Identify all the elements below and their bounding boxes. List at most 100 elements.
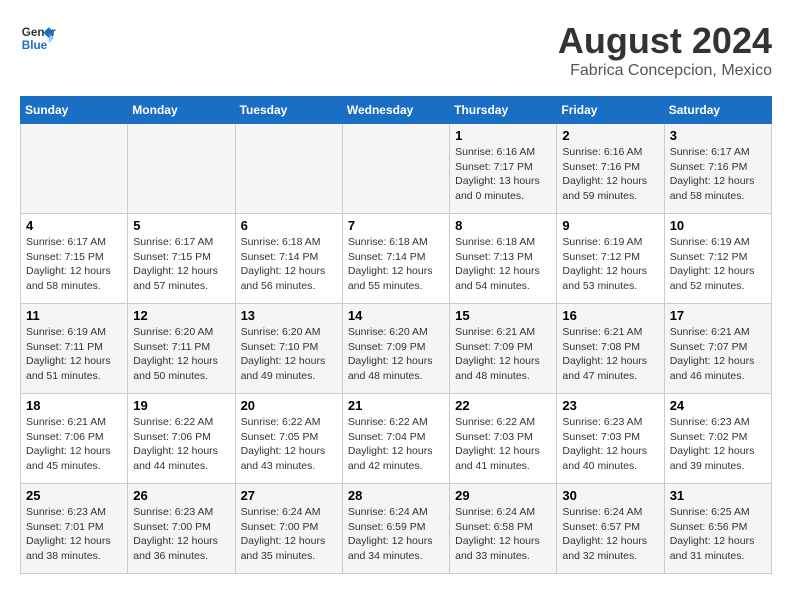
day-number: 17 — [670, 308, 766, 323]
week-row-3: 11 Sunrise: 6:19 AMSunset: 7:11 PMDayligh… — [21, 304, 772, 394]
day-number: 13 — [241, 308, 337, 323]
day-number: 9 — [562, 218, 658, 233]
calendar-cell: 22 Sunrise: 6:22 AMSunset: 7:03 PMDayligh… — [450, 394, 557, 484]
day-info: Sunrise: 6:20 AMSunset: 7:09 PMDaylight:… — [348, 325, 444, 384]
calendar-cell: 8 Sunrise: 6:18 AMSunset: 7:13 PMDaylight… — [450, 214, 557, 304]
day-number: 6 — [241, 218, 337, 233]
title-block: August 2024 Fabrica Concepcion, Mexico — [558, 20, 772, 80]
day-number: 15 — [455, 308, 551, 323]
calendar-cell: 10Sunrise: 6:19 AMSunset: 7:12 PMDayligh… — [664, 214, 771, 304]
day-number: 18 — [26, 398, 122, 413]
calendar-cell: 3Sunrise: 6:17 AMSunset: 7:16 PMDaylight… — [664, 124, 771, 214]
day-info: Sunrise: 6:24 AMSunset: 7:00 PMDaylight:… — [241, 505, 337, 564]
calendar-cell: 29 Sunrise: 6:24 AMSunset: 6:58 PMDayligh… — [450, 484, 557, 574]
day-number: 4 — [26, 218, 122, 233]
header-tuesday: Tuesday — [235, 97, 342, 124]
day-info: Sunrise: 6:18 AMSunset: 7:14 PMDaylight:… — [241, 235, 337, 294]
day-info: Sunrise: 6:21 AMSunset: 7:09 PMDaylight:… — [455, 325, 551, 384]
calendar-cell: 2Sunrise: 6:16 AMSunset: 7:16 PMDaylight… — [557, 124, 664, 214]
svg-text:Blue: Blue — [22, 39, 48, 52]
day-number: 21 — [348, 398, 444, 413]
day-number: 12 — [133, 308, 229, 323]
day-info: Sunrise: 6:17 AMSunset: 7:15 PMDaylight:… — [26, 235, 122, 294]
calendar-cell — [342, 124, 449, 214]
week-row-4: 18 Sunrise: 6:21 AMSunset: 7:06 PMDayligh… — [21, 394, 772, 484]
day-info: Sunrise: 6:24 AMSunset: 6:59 PMDaylight:… — [348, 505, 444, 564]
day-info: Sunrise: 6:23 AMSunset: 7:03 PMDaylight:… — [562, 415, 658, 474]
day-number: 10 — [670, 218, 766, 233]
day-info: Sunrise: 6:18 AMSunset: 7:13 PMDaylight:… — [455, 235, 551, 294]
calendar-cell — [21, 124, 128, 214]
day-number: 11 — [26, 308, 122, 323]
day-number: 5 — [133, 218, 229, 233]
day-info: Sunrise: 6:22 AMSunset: 7:03 PMDaylight:… — [455, 415, 551, 474]
calendar-cell: 9 Sunrise: 6:19 AMSunset: 7:12 PMDaylight… — [557, 214, 664, 304]
day-number: 25 — [26, 488, 122, 503]
day-number: 20 — [241, 398, 337, 413]
calendar-cell: 25 Sunrise: 6:23 AMSunset: 7:01 PMDayligh… — [21, 484, 128, 574]
calendar-cell: 24 Sunrise: 6:23 AMSunset: 7:02 PMDayligh… — [664, 394, 771, 484]
calendar-cell: 14 Sunrise: 6:20 AMSunset: 7:09 PMDayligh… — [342, 304, 449, 394]
day-number: 1 — [455, 128, 551, 143]
day-info: Sunrise: 6:17 AMSunset: 7:15 PMDaylight:… — [133, 235, 229, 294]
day-number: 31 — [670, 488, 766, 503]
day-info: Sunrise: 6:23 AMSunset: 7:00 PMDaylight:… — [133, 505, 229, 564]
day-info: Sunrise: 6:25 AMSunset: 6:56 PMDaylight:… — [670, 505, 766, 564]
logo-icon: General Blue — [20, 20, 56, 56]
day-number: 22 — [455, 398, 551, 413]
calendar-cell: 6 Sunrise: 6:18 AMSunset: 7:14 PMDaylight… — [235, 214, 342, 304]
calendar-cell: 7 Sunrise: 6:18 AMSunset: 7:14 PMDaylight… — [342, 214, 449, 304]
day-number: 8 — [455, 218, 551, 233]
calendar-cell: 23Sunrise: 6:23 AMSunset: 7:03 PMDayligh… — [557, 394, 664, 484]
day-number: 29 — [455, 488, 551, 503]
day-number: 26 — [133, 488, 229, 503]
calendar-cell: 28 Sunrise: 6:24 AMSunset: 6:59 PMDayligh… — [342, 484, 449, 574]
day-number: 28 — [348, 488, 444, 503]
day-number: 7 — [348, 218, 444, 233]
logo: General Blue — [20, 20, 56, 56]
day-info: Sunrise: 6:21 AMSunset: 7:06 PMDaylight:… — [26, 415, 122, 474]
header-thursday: Thursday — [450, 97, 557, 124]
calendar-cell: 5 Sunrise: 6:17 AMSunset: 7:15 PMDaylight… — [128, 214, 235, 304]
day-number: 24 — [670, 398, 766, 413]
day-number: 30 — [562, 488, 658, 503]
day-info: Sunrise: 6:18 AMSunset: 7:14 PMDaylight:… — [348, 235, 444, 294]
day-info: Sunrise: 6:22 AMSunset: 7:04 PMDaylight:… — [348, 415, 444, 474]
calendar-cell: 20Sunrise: 6:22 AMSunset: 7:05 PMDayligh… — [235, 394, 342, 484]
week-row-1: 1 Sunrise: 6:16 AMSunset: 7:17 PMDaylight… — [21, 124, 772, 214]
day-info: Sunrise: 6:22 AMSunset: 7:06 PMDaylight:… — [133, 415, 229, 474]
day-info: Sunrise: 6:19 AMSunset: 7:11 PMDaylight:… — [26, 325, 122, 384]
header-sunday: Sunday — [21, 97, 128, 124]
calendar-cell: 15 Sunrise: 6:21 AMSunset: 7:09 PMDayligh… — [450, 304, 557, 394]
week-row-5: 25 Sunrise: 6:23 AMSunset: 7:01 PMDayligh… — [21, 484, 772, 574]
calendar-cell — [128, 124, 235, 214]
calendar-table: SundayMondayTuesdayWednesdayThursdayFrid… — [20, 96, 772, 574]
header-wednesday: Wednesday — [342, 97, 449, 124]
calendar-cell: 16Sunrise: 6:21 AMSunset: 7:08 PMDayligh… — [557, 304, 664, 394]
day-info: Sunrise: 6:21 AMSunset: 7:08 PMDaylight:… — [562, 325, 658, 384]
calendar-cell: 13Sunrise: 6:20 AMSunset: 7:10 PMDayligh… — [235, 304, 342, 394]
calendar-cell: 18 Sunrise: 6:21 AMSunset: 7:06 PMDayligh… — [21, 394, 128, 484]
day-number: 27 — [241, 488, 337, 503]
day-number: 3 — [670, 128, 766, 143]
day-info: Sunrise: 6:16 AMSunset: 7:16 PMDaylight:… — [562, 145, 658, 204]
day-info: Sunrise: 6:24 AMSunset: 6:58 PMDaylight:… — [455, 505, 551, 564]
day-info: Sunrise: 6:23 AMSunset: 7:02 PMDaylight:… — [670, 415, 766, 474]
day-info: Sunrise: 6:19 AMSunset: 7:12 PMDaylight:… — [562, 235, 658, 294]
calendar-cell: 1 Sunrise: 6:16 AMSunset: 7:17 PMDaylight… — [450, 124, 557, 214]
calendar-cell: 21 Sunrise: 6:22 AMSunset: 7:04 PMDayligh… — [342, 394, 449, 484]
calendar-cell: 12 Sunrise: 6:20 AMSunset: 7:11 PMDayligh… — [128, 304, 235, 394]
calendar-cell: 26 Sunrise: 6:23 AMSunset: 7:00 PMDayligh… — [128, 484, 235, 574]
header-monday: Monday — [128, 97, 235, 124]
day-number: 14 — [348, 308, 444, 323]
location: Fabrica Concepcion, Mexico — [558, 62, 772, 80]
calendar-cell: 19Sunrise: 6:22 AMSunset: 7:06 PMDayligh… — [128, 394, 235, 484]
calendar-cell: 4 Sunrise: 6:17 AMSunset: 7:15 PMDaylight… — [21, 214, 128, 304]
day-info: Sunrise: 6:16 AMSunset: 7:17 PMDaylight:… — [455, 145, 551, 204]
day-info: Sunrise: 6:23 AMSunset: 7:01 PMDaylight:… — [26, 505, 122, 564]
calendar-cell: 11 Sunrise: 6:19 AMSunset: 7:11 PMDayligh… — [21, 304, 128, 394]
calendar-cell: 31 Sunrise: 6:25 AMSunset: 6:56 PMDayligh… — [664, 484, 771, 574]
day-info: Sunrise: 6:20 AMSunset: 7:11 PMDaylight:… — [133, 325, 229, 384]
week-row-2: 4 Sunrise: 6:17 AMSunset: 7:15 PMDaylight… — [21, 214, 772, 304]
header-row: SundayMondayTuesdayWednesdayThursdayFrid… — [21, 97, 772, 124]
